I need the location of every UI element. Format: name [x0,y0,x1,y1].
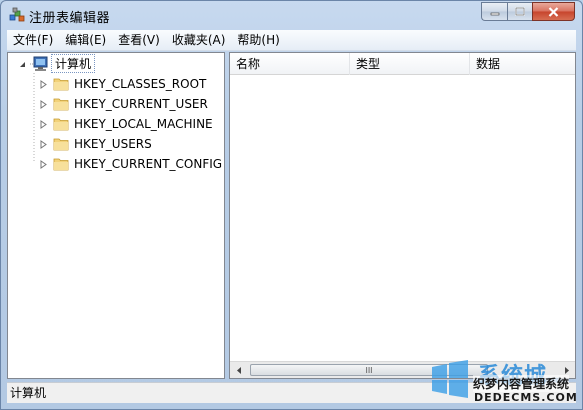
tree-item-label: HKEY_USERS [74,136,152,151]
tree-item-hkcu[interactable]: HKEY_CURRENT_USER [53,94,208,113]
menu-edit[interactable]: 编辑(E) [59,31,112,50]
column-header-type[interactable]: 类型 [350,53,470,75]
folder-icon [53,98,69,110]
expand-arrow-icon[interactable] [39,100,48,109]
computer-icon [30,56,48,71]
folder-icon [53,138,69,150]
column-header-data[interactable]: 数据 [470,53,575,75]
expand-arrow-icon[interactable] [39,140,48,149]
tree-root-label: 计算机 [51,54,96,73]
maximize-button[interactable] [507,2,532,21]
tree-item-label: HKEY_CURRENT_USER [74,96,208,111]
expand-arrow-icon[interactable] [39,120,48,129]
minimize-button[interactable] [481,2,507,21]
scroll-thumb-grip: III [365,365,373,375]
close-icon [548,6,559,17]
tree-item-label: HKEY_CLASSES_ROOT [74,76,207,91]
values-list[interactable]: 名称 类型 数据 III [229,52,576,379]
menu-help[interactable]: 帮助(H) [231,31,285,50]
column-header-name[interactable]: 名称 [230,53,350,75]
scroll-right-button[interactable] [558,362,575,378]
expand-arrow-icon[interactable] [39,160,48,169]
window-title: 注册表编辑器 [29,11,111,26]
status-bar: 计算机 [7,382,576,403]
tree-root-computer[interactable]: 计算机 [30,54,96,73]
title-bar[interactable]: 注册表编辑器 [1,1,582,29]
menu-view[interactable]: 查看(V) [112,31,166,50]
scroll-left-button[interactable] [230,362,247,378]
tree-item-hklm[interactable]: HKEY_LOCAL_MACHINE [53,114,213,133]
folder-icon [53,118,69,130]
arrow-right-icon [564,366,569,374]
menu-favorites[interactable]: 收藏夹(A) [166,31,232,50]
registry-editor-window: 注册表编辑器 文件(F) 编辑(E) 查看(V) 收藏夹(A) 帮助(H) 计算… [0,0,583,410]
tree-item-label: HKEY_CURRENT_CONFIG [74,156,223,171]
horizontal-scrollbar[interactable]: III [230,361,575,378]
close-button[interactable] [532,2,575,21]
menu-file[interactable]: 文件(F) [7,31,59,50]
list-header: 名称 类型 数据 [230,53,575,75]
menu-bar: 文件(F) 编辑(E) 查看(V) 收藏夹(A) 帮助(H) [7,30,576,51]
tree-item-hkcr[interactable]: HKEY_CLASSES_ROOT [53,74,206,93]
folder-icon [53,158,69,170]
scroll-thumb[interactable]: III [250,364,488,376]
status-text: 计算机 [10,386,47,400]
tree-item-label: HKEY_LOCAL_MACHINE [74,116,213,131]
regedit-icon [9,7,25,22]
registry-tree[interactable]: 计算机 HKEY_CLASSES_ROOT HKEY_CURRENT_USER … [7,52,225,379]
maximize-icon [515,7,525,16]
tree-item-hkcc[interactable]: HKEY_CURRENT_CONFIG [53,154,222,173]
folder-icon [53,78,69,90]
window-controls [481,2,575,21]
collapse-arrow-icon[interactable] [18,60,27,69]
arrow-left-icon [236,366,241,374]
minimize-icon [490,12,499,15]
tree-item-hku[interactable]: HKEY_USERS [53,134,152,153]
expand-arrow-icon[interactable] [39,80,48,89]
